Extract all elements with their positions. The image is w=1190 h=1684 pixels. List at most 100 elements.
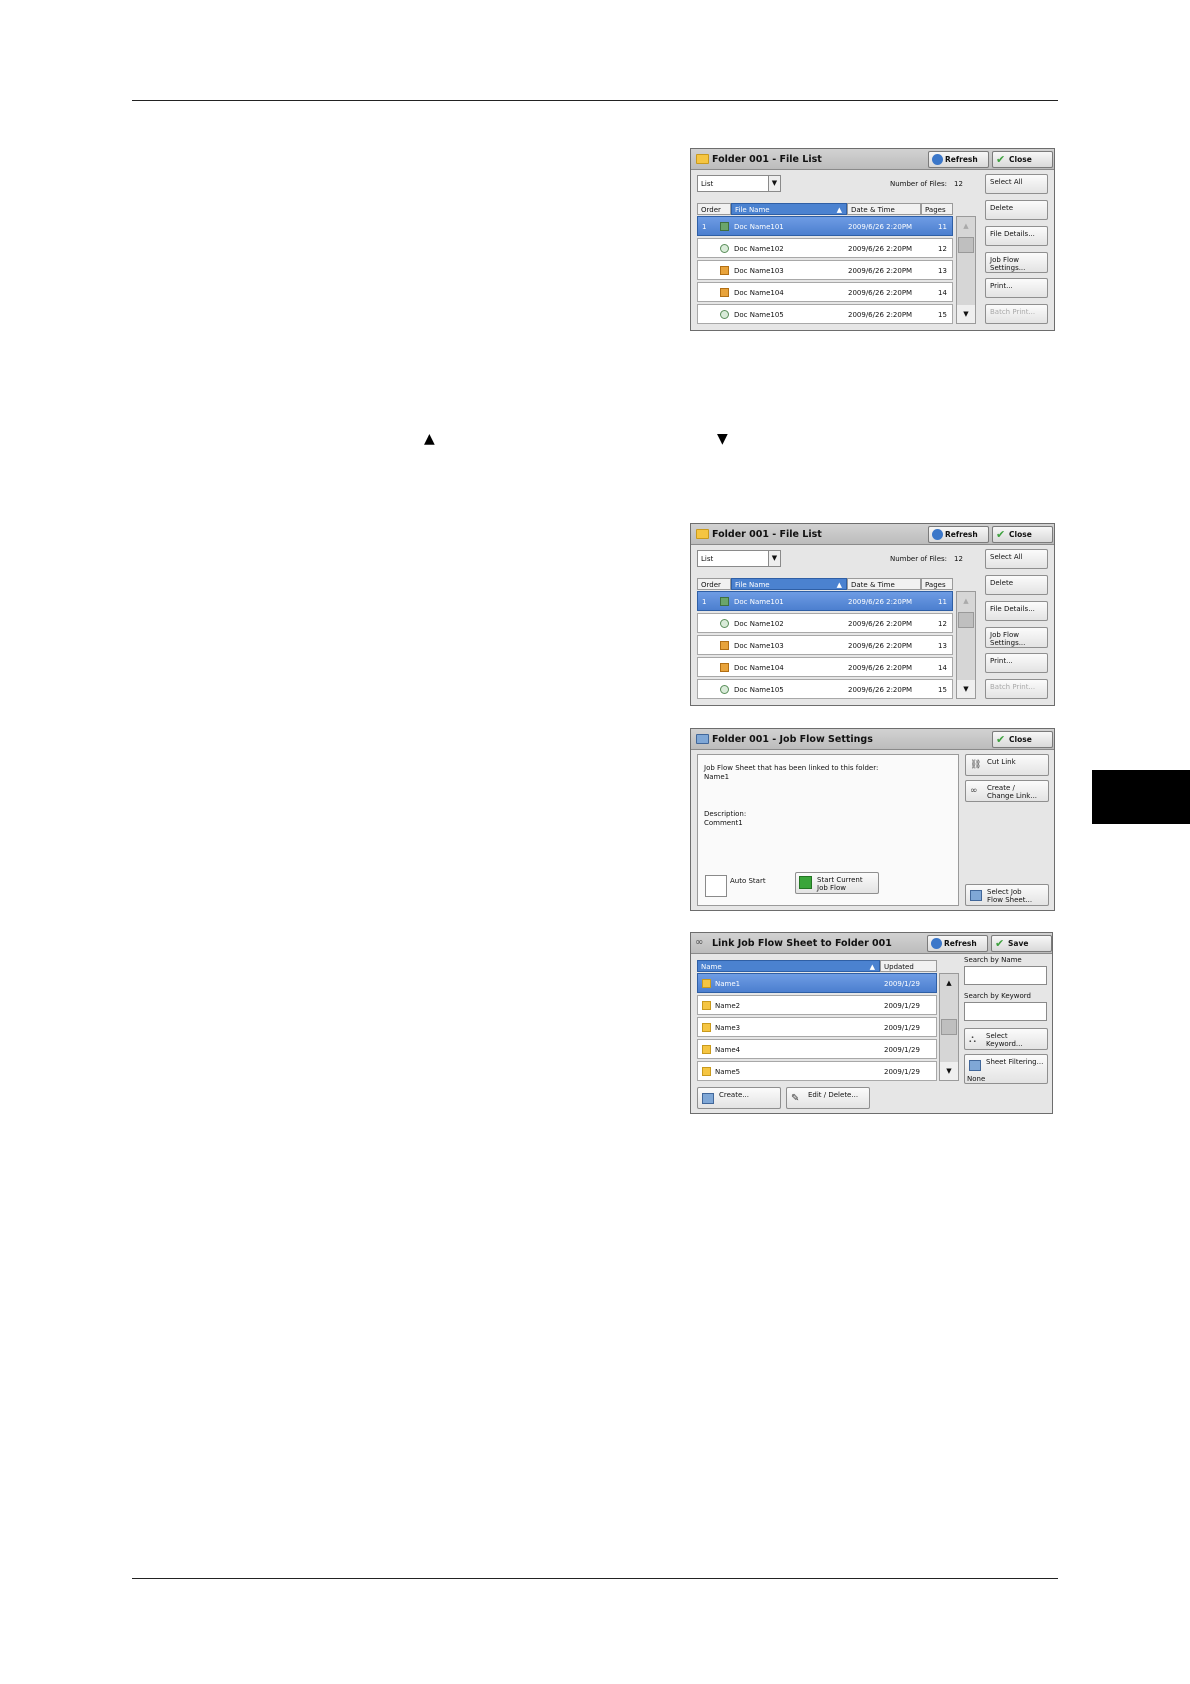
refresh-button[interactable]: Refresh: [928, 526, 989, 543]
row-file-name: Doc Name102: [734, 620, 784, 628]
close-button[interactable]: ✔ Close: [992, 731, 1053, 748]
row-pages: 13: [938, 267, 947, 275]
batch-print-button[interactable]: Batch Print...: [985, 679, 1048, 699]
search-by-keyword-label: Search by Keyword: [964, 992, 1031, 1000]
row-file-name: Doc Name103: [734, 642, 784, 650]
file-details-button[interactable]: File Details...: [985, 601, 1048, 621]
delete-label: Delete: [990, 204, 1013, 212]
table-row[interactable]: Doc Name105 2009/6/26 2:20PM 15: [697, 304, 953, 324]
select-all-button[interactable]: Select All: [985, 549, 1048, 569]
header-updated[interactable]: Updated: [880, 960, 937, 972]
scroll-thumb[interactable]: [941, 1019, 957, 1035]
header-file-name[interactable]: File Name ▲: [731, 203, 847, 215]
table-row[interactable]: Doc Name105 2009/6/26 2:20PM 15: [697, 679, 953, 699]
sort-up-icon: ▲: [836, 206, 842, 214]
start-current-job-flow-button[interactable]: Start Current Job Flow: [795, 872, 879, 894]
scrollbar[interactable]: ▲ ▼: [956, 216, 976, 324]
view-dropdown[interactable]: List ▼: [697, 550, 781, 567]
table-row[interactable]: Name5 2009/1/29: [697, 1061, 937, 1081]
scroll-down-icon[interactable]: ▼: [940, 1062, 958, 1080]
row-updated: 2009/1/29: [884, 1024, 920, 1032]
table-row[interactable]: 1 Doc Name101 2009/6/26 2:20PM 11: [697, 216, 953, 236]
start-current-label-2: Job Flow: [817, 884, 846, 892]
print-button[interactable]: Print...: [985, 653, 1048, 673]
print-button[interactable]: Print...: [985, 278, 1048, 298]
table-row[interactable]: Doc Name102 2009/6/26 2:20PM 12: [697, 613, 953, 633]
close-button[interactable]: ✔ Close: [992, 151, 1053, 168]
file-table: 1 Doc Name101 2009/6/26 2:20PM 11 Doc Na…: [697, 216, 953, 324]
header-file-name[interactable]: File Name ▲: [731, 578, 847, 590]
header-file-name-label: File Name: [735, 581, 770, 589]
close-button[interactable]: ✔ Close: [992, 526, 1053, 543]
row-name: Name4: [715, 1046, 741, 1054]
table-row[interactable]: Name3 2009/1/29: [697, 1017, 937, 1037]
select-job-label-2: Flow Sheet...: [987, 896, 1033, 904]
table-row[interactable]: 1 Doc Name101 2009/6/26 2:20PM 11: [697, 591, 953, 611]
view-dropdown[interactable]: List ▼: [697, 175, 781, 192]
title-bar: Folder 001 - File List Refresh ✔ Close: [691, 524, 1054, 545]
number-of-files-value: 12: [954, 555, 963, 563]
scroll-up-icon[interactable]: ▲: [957, 592, 975, 610]
folder-icon: [696, 154, 709, 164]
table-row[interactable]: Name4 2009/1/29: [697, 1039, 937, 1059]
row-pages: 14: [938, 289, 947, 297]
header-date-time[interactable]: Date & Time: [847, 203, 921, 215]
row-pages: 12: [938, 245, 947, 253]
delete-button[interactable]: Delete: [985, 575, 1048, 595]
scroll-thumb[interactable]: [958, 612, 974, 628]
header-rule: [132, 100, 1058, 101]
cut-link-button[interactable]: ⛓ Cut Link: [965, 754, 1049, 776]
row-updated: 2009/1/29: [884, 1046, 920, 1054]
delete-button[interactable]: Delete: [985, 200, 1048, 220]
row-file-name: Doc Name104: [734, 289, 784, 297]
scrollbar[interactable]: ▲ ▼: [939, 973, 959, 1081]
screen-title: Folder 001 - File List: [712, 154, 822, 165]
select-job-flow-sheet-button[interactable]: Select Job Flow Sheet...: [965, 884, 1049, 906]
filter-icon: [969, 1060, 981, 1071]
select-keyword-button[interactable]: ⛬ Select Keyword...: [964, 1028, 1048, 1050]
row-updated: 2009/1/29: [884, 980, 920, 988]
save-button[interactable]: ✔ Save: [991, 935, 1052, 952]
edit-delete-button[interactable]: ✎ Edit / Delete...: [786, 1087, 870, 1109]
job-flow-settings-button[interactable]: Job Flow Settings...: [985, 627, 1048, 648]
header-date-time[interactable]: Date & Time: [847, 578, 921, 590]
scroll-up-icon[interactable]: ▲: [957, 217, 975, 235]
select-all-button[interactable]: Select All: [985, 174, 1048, 194]
table-row[interactable]: Name1 2009/1/29: [697, 973, 937, 993]
scroll-thumb[interactable]: [958, 237, 974, 253]
scroll-down-icon[interactable]: ▼: [957, 680, 975, 698]
table-row[interactable]: Doc Name103 2009/6/26 2:20PM 13: [697, 260, 953, 280]
search-by-keyword-input[interactable]: [964, 1002, 1047, 1021]
create-sheet-icon: [702, 1093, 714, 1104]
header-order[interactable]: Order: [697, 203, 731, 215]
header-name[interactable]: Name ▲: [697, 960, 880, 972]
table-row[interactable]: Doc Name103 2009/6/26 2:20PM 13: [697, 635, 953, 655]
header-order[interactable]: Order: [697, 578, 731, 590]
screen-title: Link Job Flow Sheet to Folder 001: [712, 938, 892, 949]
number-of-files-label: Number of Files:: [890, 555, 948, 563]
chapter-tab: [1092, 770, 1190, 824]
search-by-name-input[interactable]: [964, 966, 1047, 985]
table-row[interactable]: Doc Name104 2009/6/26 2:20PM 14: [697, 657, 953, 677]
scroll-down-icon[interactable]: ▼: [957, 305, 975, 323]
table-row[interactable]: Name2 2009/1/29: [697, 995, 937, 1015]
fax-icon: [720, 244, 729, 253]
sheet-filtering-button[interactable]: Sheet Filtering... None: [964, 1054, 1048, 1084]
refresh-button[interactable]: Refresh: [928, 151, 989, 168]
job-flow-settings-button[interactable]: Job Flow Settings...: [985, 252, 1048, 273]
create-change-link-button[interactable]: ∞ Create / Change Link...: [965, 780, 1049, 802]
batch-print-button[interactable]: Batch Print...: [985, 304, 1048, 324]
header-pages[interactable]: Pages: [921, 578, 953, 590]
header-pages[interactable]: Pages: [921, 203, 953, 215]
table-row[interactable]: Doc Name104 2009/6/26 2:20PM 14: [697, 282, 953, 302]
create-button[interactable]: Create...: [697, 1087, 781, 1109]
scrollbar[interactable]: ▲ ▼: [956, 591, 976, 699]
auto-start-checkbox[interactable]: [705, 875, 727, 897]
table-row[interactable]: Doc Name102 2009/6/26 2:20PM 12: [697, 238, 953, 258]
row-name: Name2: [715, 1002, 741, 1010]
cut-link-icon: ⛓: [970, 760, 982, 770]
refresh-button[interactable]: Refresh: [927, 935, 988, 952]
file-details-button[interactable]: File Details...: [985, 226, 1048, 246]
job-flow-label-1: Job Flow: [990, 256, 1019, 264]
scroll-up-icon[interactable]: ▲: [940, 974, 958, 992]
